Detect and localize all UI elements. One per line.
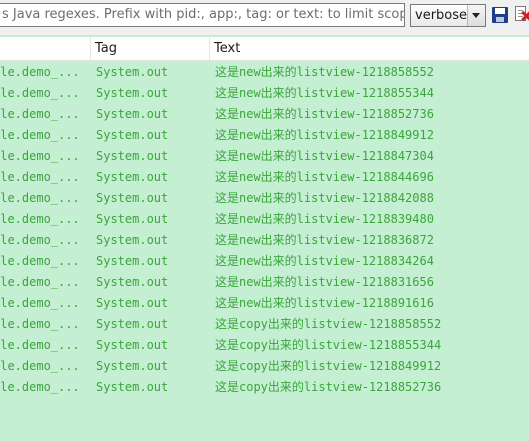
log-row[interactable]: ple.demo_... System.out 这是new出来的listview-1… [0,125,529,146]
log-cell-text: 这是copy出来的listview-1218858552 [215,317,442,331]
log-row[interactable]: ple.demo_... System.out 这是new出来的listview-1… [0,272,529,293]
log-cell-tag: System.out [96,191,169,205]
log-cell-app: ple.demo_... [0,65,80,79]
log-cell-tag: System.out [96,275,169,289]
log-row[interactable]: ple.demo_... System.out 这是new出来的listview-1… [0,167,529,188]
log-cell-text: 这是new出来的listview-1218834264 [215,254,434,268]
log-cell-tag: System.out [96,212,169,226]
log-cell-tag: System.out [96,128,169,142]
clear-log-icon[interactable] [515,6,529,23]
log-cell-tag: System.out [96,65,169,79]
log-row[interactable]: ple.demo_... System.out 这是new出来的listview-1… [0,146,529,167]
column-header-tag[interactable]: Tag [91,37,210,60]
log-cell-text: 这是new出来的listview-1218849912 [215,128,434,142]
log-cell-text: 这是new出来的listview-1218842088 [215,191,434,205]
log-cell-text: 这是copy出来的listview-1218852736 [215,380,442,394]
log-row[interactable]: ple.demo_... System.out 这是copy出来的listview-… [0,335,529,356]
log-cell-text: 这是new出来的listview-1218855344 [215,86,434,100]
log-cell-app: ple.demo_... [0,170,80,184]
log-cell-app: ple.demo_... [0,86,80,100]
chevron-down-icon[interactable] [467,5,485,26]
log-cell-app: ple.demo_... [0,149,80,163]
log-row[interactable]: ple.demo_... System.out 这是new出来的listview-1… [0,104,529,125]
log-cell-app: ple.demo_... [0,317,80,331]
log-row[interactable]: ple.demo_... System.out 这是new出来的listview-1… [0,62,529,83]
log-cell-text: 这是new出来的listview-1218847304 [215,149,434,163]
logcat-panel: s Java regexes. Prefix with pid:, app:, … [0,0,529,441]
log-cell-text: 这是new出来的listview-1218831656 [215,275,434,289]
log-cell-tag: System.out [96,149,169,163]
log-level-select[interactable]: verbose [410,4,486,27]
log-cell-tag: System.out [96,254,169,268]
log-cell-text: 这是new出来的listview-1218891616 [215,296,434,310]
log-row[interactable]: ple.demo_... System.out 这是copy出来的listview-… [0,356,529,377]
filter-placeholder: s Java regexes. Prefix with pid:, app:, … [2,7,405,22]
log-row[interactable]: ple.demo_... System.out 这是copy出来的listview-… [0,377,529,398]
save-icon[interactable] [492,7,508,23]
search-filter-input[interactable]: s Java regexes. Prefix with pid:, app:, … [0,3,405,27]
log-row[interactable]: ple.demo_... System.out 这是copy出来的listview-… [0,314,529,335]
column-header-text[interactable]: Text [210,37,529,60]
log-cell-tag: System.out [96,296,169,310]
log-cell-tag: System.out [96,170,169,184]
log-cell-app: ple.demo_... [0,338,80,352]
log-cell-text: 这是copy出来的listview-1218855344 [215,338,442,352]
log-row[interactable]: ple.demo_... System.out 这是new出来的listview-1… [0,230,529,251]
log-cell-text: 这是new出来的listview-1218836872 [215,233,434,247]
log-cell-app: ple.demo_... [0,128,80,142]
log-cell-tag: System.out [96,86,169,100]
log-cell-text: 这是new出来的listview-1218852736 [215,107,434,121]
log-cell-app: ple.demo_... [0,233,80,247]
log-cell-app: ple.demo_... [0,107,80,121]
log-cell-text: 这是new出来的listview-1218839480 [215,212,434,226]
log-row[interactable]: ple.demo_... System.out 这是new出来的listview-1… [0,251,529,272]
log-cell-text: 这是new出来的listview-1218844696 [215,170,434,184]
log-cell-tag: System.out [96,107,169,121]
logcat-toolbar: s Java regexes. Prefix with pid:, app:, … [0,0,529,36]
log-row[interactable]: ple.demo_... System.out 这是new出来的listview-1… [0,293,529,314]
log-row[interactable]: ple.demo_... System.out 这是new出来的listview-1… [0,83,529,104]
log-cell-text: 这是copy出来的listview-1218849912 [215,359,442,373]
log-cell-app: ple.demo_... [0,212,80,226]
log-cell-text: 这是new出来的listview-1218858552 [215,65,434,79]
log-cell-app: ple.demo_... [0,254,80,268]
log-cell-app: ple.demo_... [0,275,80,289]
log-cell-tag: System.out [96,233,169,247]
log-cell-app: ple.demo_... [0,191,80,205]
log-cell-app: ple.demo_... [0,359,80,373]
log-cell-app: ple.demo_... [0,380,80,394]
log-level-value: verbose [415,8,468,23]
log-row[interactable]: ple.demo_... System.out 这是new出来的listview-1… [0,188,529,209]
log-cell-tag: System.out [96,338,169,352]
log-row[interactable]: ple.demo_... System.out 这是new出来的listview-1… [0,209,529,230]
log-table-body: ple.demo_... System.out 这是new出来的listview-1… [0,62,529,398]
column-header-application[interactable]: n [0,37,91,60]
log-cell-tag: System.out [96,317,169,331]
log-table-header: n Tag Text [0,37,529,61]
log-cell-app: ple.demo_... [0,296,80,310]
log-cell-tag: System.out [96,359,169,373]
log-cell-tag: System.out [96,380,169,394]
